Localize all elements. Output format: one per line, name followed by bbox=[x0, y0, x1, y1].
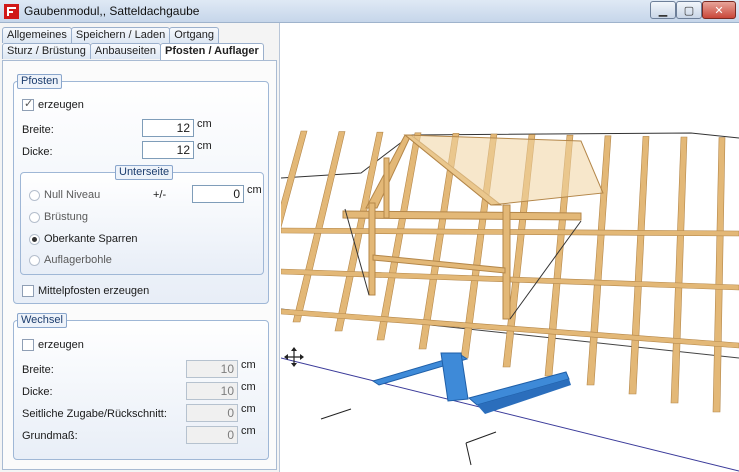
wechsel-zugabe-label: Seitliche Zugabe/Rückschnitt: bbox=[22, 408, 167, 420]
pfosten-group: Pfosten erzeugen Breite: 12 cm Dicke: 12… bbox=[13, 74, 269, 304]
wechsel-zugabe-input[interactable]: 0 bbox=[186, 404, 238, 422]
mittelpfosten-checkbox[interactable] bbox=[22, 285, 34, 297]
wechsel-dicke-unit: cm bbox=[241, 381, 256, 393]
pm-unit: cm bbox=[247, 184, 262, 196]
tab-row-2: Sturz / Brüstung Anbauseiten Pfosten / A… bbox=[2, 43, 264, 60]
rafter bbox=[292, 131, 346, 323]
dormer-king-post bbox=[383, 157, 390, 219]
move-cursor-icon bbox=[284, 347, 304, 367]
wechsel-grundmass-input[interactable]: 0 bbox=[186, 426, 238, 444]
radio-oberkante-sparren[interactable]: Oberkante Sparren bbox=[29, 231, 138, 247]
pfosten-erzeugen-label: erzeugen bbox=[38, 99, 84, 111]
wechsel-breite-unit: cm bbox=[241, 359, 256, 371]
maximize-button[interactable]: ▢ bbox=[676, 1, 702, 19]
wechsel-erzeugen-row[interactable]: erzeugen bbox=[22, 337, 84, 353]
pfosten-breite-input[interactable]: 12 bbox=[142, 119, 194, 137]
title-bar: Gaubenmodul,, Satteldachgaube ▁ ▢ ✕ bbox=[0, 0, 739, 23]
dimension-arrows bbox=[320, 408, 497, 466]
wechsel-breite-label: Breite: bbox=[22, 364, 54, 376]
wechsel-breite-input[interactable]: 10 bbox=[186, 360, 238, 378]
radio-bruestung-label: Brüstung bbox=[44, 211, 89, 223]
dimension-tick bbox=[465, 442, 472, 466]
window-title: Gaubenmodul,, Satteldachgaube bbox=[24, 4, 200, 18]
unterseite-group-title: Unterseite bbox=[115, 165, 174, 180]
wechsel-group-title: Wechsel bbox=[17, 313, 67, 328]
tab-sturz-bruestung[interactable]: Sturz / Brüstung bbox=[2, 43, 91, 59]
radio-auflagerbohle-button[interactable] bbox=[29, 254, 40, 266]
tab-anbauseiten[interactable]: Anbauseiten bbox=[89, 43, 162, 59]
maximize-icon: ▢ bbox=[683, 4, 695, 17]
radio-null-niveau-label: Null Niveau bbox=[44, 189, 101, 201]
settings-panel: Allgemeines Speichern / Laden Ortgang St… bbox=[0, 23, 280, 472]
tab-pfosten-auflager[interactable]: Pfosten / Auflager bbox=[160, 43, 264, 60]
3d-viewport[interactable] bbox=[281, 23, 739, 472]
radio-oberkante-sparren-button[interactable] bbox=[29, 233, 40, 245]
pfosten-group-title: Pfosten bbox=[17, 74, 63, 89]
tab-ortgang[interactable]: Ortgang bbox=[169, 27, 219, 43]
wechsel-erzeugen-label: erzeugen bbox=[38, 339, 84, 351]
minimize-button[interactable]: ▁ bbox=[650, 1, 676, 19]
tab-speichern-laden[interactable]: Speichern / Laden bbox=[70, 27, 171, 43]
mittelpfosten-label: Mittelpfosten erzeugen bbox=[38, 285, 150, 297]
pfosten-dicke-input[interactable]: 12 bbox=[142, 141, 194, 159]
dormer-header-beam bbox=[342, 210, 582, 221]
radio-null-niveau[interactable]: Null Niveau bbox=[29, 187, 100, 203]
pfosten-breite-unit: cm bbox=[197, 118, 212, 130]
close-button[interactable]: ✕ bbox=[702, 1, 736, 19]
dormer-post-left bbox=[368, 202, 376, 296]
rafter bbox=[712, 137, 726, 413]
dimension-line-1 bbox=[320, 408, 352, 420]
close-icon: ✕ bbox=[714, 4, 724, 17]
ground-line bbox=[281, 357, 739, 472]
radio-null-niveau-button[interactable] bbox=[29, 189, 40, 201]
dormer-roof-plane bbox=[403, 134, 604, 206]
radio-bruestung-button[interactable] bbox=[29, 211, 40, 223]
pm-input[interactable]: 0 bbox=[192, 185, 244, 203]
tab-page-pfosten-auflager: Pfosten erzeugen Breite: 12 cm Dicke: 12… bbox=[2, 60, 277, 470]
dormer-post-right bbox=[502, 204, 511, 320]
pfosten-breite-label: Breite: bbox=[22, 124, 54, 136]
rafter bbox=[628, 136, 650, 395]
pfosten-dicke-label: Dicke: bbox=[22, 146, 53, 158]
radio-oberkante-sparren-label: Oberkante Sparren bbox=[44, 233, 138, 245]
radio-bruestung[interactable]: Brüstung bbox=[29, 209, 88, 225]
rafter bbox=[670, 136, 688, 404]
pfosten-erzeugen-checkbox[interactable] bbox=[22, 97, 34, 111]
wechsel-grundmass-label: Grundmaß: bbox=[22, 430, 78, 442]
tab-row-1: Allgemeines Speichern / Laden Ortgang bbox=[2, 27, 219, 43]
dimension-line-2 bbox=[465, 431, 497, 444]
radio-auflagerbohle-label: Auflagerbohle bbox=[44, 254, 112, 266]
roof-model-view[interactable] bbox=[281, 23, 739, 472]
wechsel-grundmass-unit: cm bbox=[241, 425, 256, 437]
tab-allgemeines[interactable]: Allgemeines bbox=[2, 27, 72, 43]
mittelpfosten-row[interactable]: Mittelpfosten erzeugen bbox=[22, 283, 149, 299]
minimize-icon: ▁ bbox=[658, 4, 668, 17]
pfosten-erzeugen-row[interactable]: erzeugen bbox=[22, 97, 84, 113]
wechsel-zugabe-unit: cm bbox=[241, 403, 256, 415]
pm-label: +/- bbox=[153, 189, 167, 201]
wechsel-dicke-input[interactable]: 10 bbox=[186, 382, 238, 400]
wechsel-group: Wechsel erzeugen Breite: 10 cm Dicke: 10… bbox=[13, 313, 269, 460]
wechsel-dicke-label: Dicke: bbox=[22, 386, 53, 398]
app-logo-icon bbox=[4, 4, 19, 19]
pfosten-dicke-unit: cm bbox=[197, 140, 212, 152]
radio-auflagerbohle[interactable]: Auflagerbohle bbox=[29, 252, 112, 268]
wechsel-erzeugen-checkbox[interactable] bbox=[22, 339, 34, 351]
unterseite-group: Unterseite Null Niveau +/- 0 cm Brüstung… bbox=[20, 165, 264, 275]
